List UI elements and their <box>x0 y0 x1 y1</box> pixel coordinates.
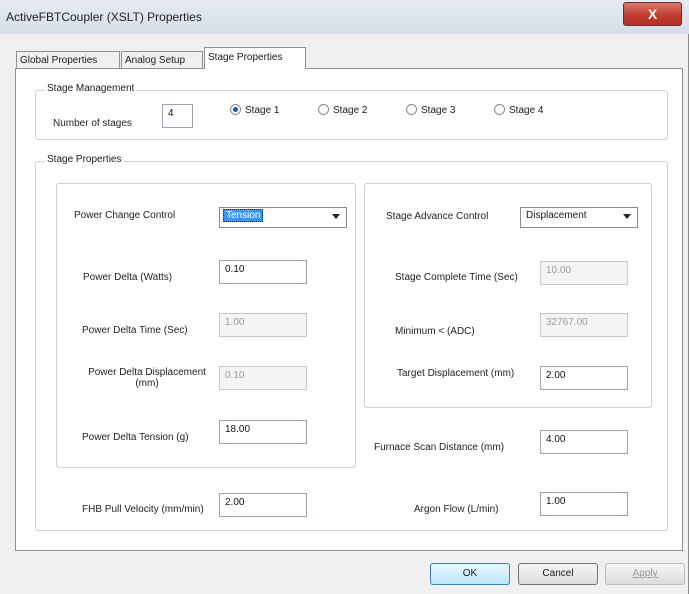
furnace-scan-distance-label: Furnace Scan Distance (mm) <box>374 442 505 453</box>
minimum-adc-input[interactable]: 32767.00 <box>540 313 628 337</box>
stage-2-radio[interactable]: Stage 2 <box>318 104 367 116</box>
power-change-control-value: Tension <box>223 209 264 222</box>
number-of-stages-input[interactable]: 4 <box>162 104 193 128</box>
tab-global-properties[interactable]: Global Properties <box>16 51 120 68</box>
target-displacement-label: Target Displacement (mm) <box>397 368 515 379</box>
chevron-down-icon <box>623 214 631 219</box>
power-delta-displacement-label-line1: Power Delta Displacement <box>88 367 206 378</box>
radio-empty-icon <box>318 104 329 115</box>
power-delta-displacement-input[interactable]: 0.10 <box>219 366 307 390</box>
minimum-adc-label: Minimum < (ADC) <box>395 326 475 337</box>
stage-advance-control-dropdown[interactable]: Displacement <box>520 207 638 228</box>
stage-management-legend: Stage Management <box>45 83 137 94</box>
stage-advance-control-value: Displacement <box>526 210 587 221</box>
stage-complete-time-label: Stage Complete Time (Sec) <box>395 272 518 283</box>
argon-flow-input[interactable]: 1.00 <box>540 492 628 516</box>
chevron-down-icon <box>332 214 340 219</box>
power-delta-tension-input[interactable]: 18.00 <box>219 420 307 444</box>
close-button[interactable]: X <box>623 2 682 26</box>
properties-dialog: ActiveFBTCoupler (XSLT) Properties X Glo… <box>0 0 689 594</box>
target-displacement-input[interactable]: 2.00 <box>540 366 628 390</box>
window-title: ActiveFBTCoupler (XSLT) Properties <box>6 10 202 24</box>
power-change-control-dropdown[interactable]: Tension <box>219 207 347 228</box>
number-of-stages-label: Number of stages <box>53 118 132 129</box>
tab-analog-setup[interactable]: Analog Setup <box>121 51 203 68</box>
stage-1-radio[interactable]: Stage 1 <box>230 104 279 116</box>
stage-4-radio[interactable]: Stage 4 <box>494 104 543 116</box>
stage-complete-time-input[interactable]: 10.00 <box>540 261 628 285</box>
ok-button[interactable]: OK <box>430 563 510 585</box>
power-delta-time-input[interactable]: 1.00 <box>219 313 307 337</box>
power-delta-displacement-label: Power Delta Displacement (mm) <box>72 367 222 389</box>
power-delta-tension-label: Power Delta Tension (g) <box>82 432 189 443</box>
power-delta-label: Power Delta (Watts) <box>83 272 173 283</box>
power-delta-displacement-label-line2: (mm) <box>135 378 159 389</box>
stage-3-label: Stage 3 <box>421 105 456 116</box>
title-bar[interactable]: ActiveFBTCoupler (XSLT) Properties X <box>0 0 689 34</box>
stage-2-label: Stage 2 <box>333 105 368 116</box>
radio-selected-icon <box>230 104 241 115</box>
stage-properties-legend: Stage Properties <box>45 154 124 165</box>
power-delta-input[interactable]: 0.10 <box>219 260 307 284</box>
argon-flow-label: Argon Flow (L/min) <box>414 504 499 515</box>
stage-3-radio[interactable]: Stage 3 <box>406 104 455 116</box>
stage-advance-control-label: Stage Advance Control <box>386 211 489 222</box>
radio-empty-icon <box>406 104 417 115</box>
cancel-button[interactable]: Cancel <box>518 563 598 585</box>
fhb-pull-velocity-input[interactable]: 2.00 <box>219 493 307 517</box>
stage-1-label: Stage 1 <box>245 105 280 116</box>
fhb-pull-velocity-label: FHB Pull Velocity (mm/min) <box>82 504 204 515</box>
power-change-control-label: Power Change Control <box>74 210 176 221</box>
furnace-scan-distance-input[interactable]: 4.00 <box>540 430 628 454</box>
radio-empty-icon <box>494 104 505 115</box>
apply-button[interactable]: Apply <box>605 563 685 585</box>
tab-stage-properties[interactable]: Stage Properties <box>204 47 306 69</box>
stage-4-label: Stage 4 <box>509 105 544 116</box>
power-delta-time-label: Power Delta Time (Sec) <box>82 325 188 336</box>
